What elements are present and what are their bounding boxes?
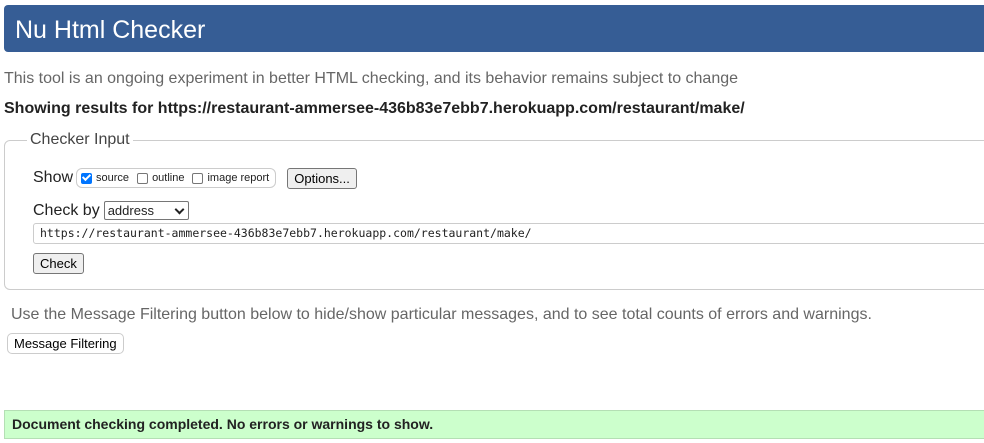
show-row: Show source outline image report Options…	[33, 166, 357, 190]
results-for-heading: Showing results for https://restaurant-a…	[4, 100, 745, 117]
options-button[interactable]: Options...	[287, 167, 357, 189]
show-options-group: source outline image report	[76, 168, 277, 188]
show-image-report-option[interactable]: image report	[192, 172, 269, 184]
show-outline-option[interactable]: outline	[137, 172, 184, 184]
check-by-selected-value: address	[107, 203, 154, 218]
tagline: This tool is an ongoing experiment in be…	[4, 70, 739, 87]
show-source-option[interactable]: source	[81, 172, 129, 184]
page: Nu Html Checker This tool is an ongoing …	[0, 0, 984, 443]
result-success-message: Document checking completed. No errors o…	[4, 410, 984, 439]
header-bar: Nu Html Checker	[4, 5, 984, 52]
page-title: Nu Html Checker	[15, 16, 206, 44]
image-report-checkbox[interactable]	[192, 172, 204, 184]
checker-input-legend: Checker Input	[27, 131, 133, 149]
chevron-down-icon	[174, 204, 185, 214]
outline-checkbox[interactable]	[137, 172, 149, 184]
source-checkbox-label: source	[96, 172, 130, 184]
checker-input-fieldset: Checker Input Show source outline image …	[4, 131, 984, 290]
source-checkbox[interactable]	[81, 172, 93, 184]
image-report-checkbox-label: image report	[207, 172, 270, 184]
show-label: Show	[33, 169, 74, 186]
filtering-note: Use the Message Filtering button below t…	[11, 306, 872, 323]
outline-checkbox-label: outline	[152, 172, 185, 184]
check-button[interactable]: Check	[33, 253, 84, 274]
check-by-row: Check by address	[33, 201, 189, 220]
check-by-label: Check by	[33, 201, 100, 219]
check-by-select[interactable]: address	[103, 201, 189, 220]
message-filtering-button[interactable]: Message Filtering	[7, 333, 124, 354]
url-input[interactable]: https://restaurant-ammersee-436b83e7ebb7…	[33, 223, 984, 244]
